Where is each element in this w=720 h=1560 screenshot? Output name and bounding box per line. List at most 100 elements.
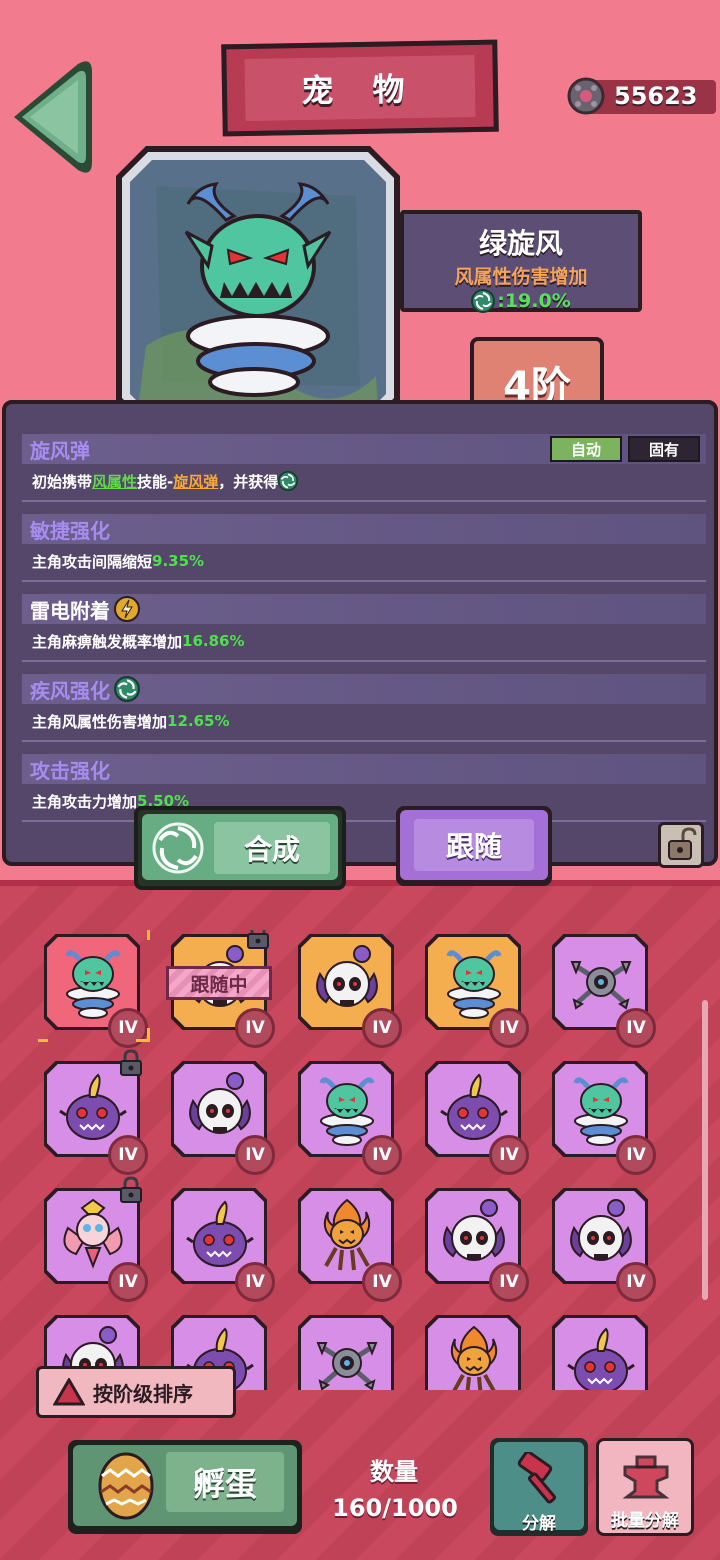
quantity-label: 数量 <box>370 1458 418 1486</box>
pet-card[interactable]: IV <box>165 1057 275 1175</box>
batch-decompose-label: 批量分解 <box>611 1511 679 1531</box>
skills-panel: 旋风弹 初始携带 风属性 技能- 旋风弹 ，并获得 自动 固有 敏捷强化 主角攻击间隔缩… <box>2 400 718 866</box>
skull-creature-icon <box>570 1199 632 1261</box>
cyclone-creature-icon <box>573 1077 629 1146</box>
pet-card[interactable]: IV <box>546 930 656 1048</box>
pet-level-badge: IV <box>616 1135 656 1175</box>
egg-icon <box>98 1452 154 1520</box>
pet-portrait <box>116 146 400 430</box>
decompose-label: 分解 <box>522 1514 556 1534</box>
pet-card[interactable] <box>546 1311 654 1390</box>
pet-level-badge: IV <box>235 1135 275 1175</box>
skill-description: 主角攻击力增加 5.50% <box>32 792 190 811</box>
selection-corner <box>136 930 150 940</box>
pet-level-badge: IV <box>235 1008 275 1048</box>
pet-attribute: 风属性伤害增加 <box>454 266 588 288</box>
pet-card[interactable]: IV <box>419 930 529 1048</box>
pet-card[interactable]: IV <box>546 1057 656 1175</box>
currency-value: 55623 <box>614 82 698 110</box>
swirl-icon <box>152 822 204 874</box>
batch-decompose-button[interactable]: 批量分解 <box>596 1438 694 1536</box>
lock-icon <box>118 1176 144 1204</box>
title-plaque: 宠 物 <box>221 39 499 137</box>
pet-bonus-row: :19.0% <box>404 289 638 313</box>
following-tag: 跟随中 <box>166 966 272 1000</box>
pet-level-badge: IV <box>489 1135 529 1175</box>
pet-card[interactable]: IV <box>292 1057 402 1175</box>
decompose-button[interactable]: 分解 <box>490 1438 588 1536</box>
currency-display: 55623 <box>566 76 716 116</box>
skill-item: 攻击强化 主角攻击力增加 5.50% <box>22 754 706 822</box>
hammer-icon <box>517 1452 557 1504</box>
pet-card[interactable]: IV <box>38 930 150 1048</box>
skill-item: 雷电附着 主角麻痹触发概率增加 16.86% <box>22 594 706 662</box>
pet-card[interactable]: IV <box>165 1184 275 1302</box>
skull-creature-icon <box>316 945 378 1007</box>
wind-element-icon <box>278 471 299 491</box>
lock-toggle-button[interactable] <box>658 822 704 868</box>
pet-level-badge: IV <box>362 1008 402 1048</box>
gear-coin-icon <box>567 77 605 115</box>
pet-level-badge: IV <box>235 1262 275 1302</box>
unlock-icon <box>668 827 697 860</box>
skill-title: 敏捷强化 <box>22 514 706 544</box>
skull-creature-icon <box>443 1199 505 1261</box>
triangle-sort-icon <box>53 1378 85 1406</box>
pet-bonus-value: :19.0% <box>497 290 571 312</box>
fairy-creature-icon <box>63 1198 123 1269</box>
lock-icon <box>245 930 271 950</box>
pet-card[interactable]: IV <box>419 1057 529 1175</box>
pet-level-badge: IV <box>362 1135 402 1175</box>
skill-item: 敏捷强化 主角攻击间隔缩短 9.35% <box>22 514 706 582</box>
pet-level-badge: IV <box>362 1262 402 1302</box>
pet-level-badge: IV <box>108 1135 148 1175</box>
pet-grid: IV IV IV IV IV IV IV IV IV IV IV IV IV IV IV 跟随中 <box>38 930 668 1390</box>
skill-description: 主角风属性伤害增加 12.65% <box>32 712 230 731</box>
hatch-egg-button[interactable]: 孵蛋 <box>68 1440 302 1534</box>
skull-creature-icon <box>189 1072 251 1134</box>
scrollbar[interactable] <box>702 1000 708 1300</box>
cyclone-creature-icon <box>446 950 502 1019</box>
skill-item: 疾风强化 主角风属性伤害增加 12.65% <box>22 674 706 742</box>
cyclone-creature-icon <box>65 950 121 1019</box>
pet-card[interactable]: IV <box>419 1184 529 1302</box>
horned-blob-creature-icon <box>440 1073 508 1140</box>
innate-tag: 固有 <box>628 436 700 462</box>
hatch-label: 孵蛋 <box>166 1452 284 1512</box>
drone-creature-icon <box>316 1342 378 1390</box>
follow-button[interactable]: 跟随 <box>396 806 552 886</box>
wind-element-icon <box>114 676 140 702</box>
pet-card[interactable]: IV <box>546 1184 656 1302</box>
pet-level-badge: IV <box>489 1008 529 1048</box>
compose-label: 合成 <box>243 833 300 866</box>
sort-by-rank-button[interactable]: 按阶级排序 <box>36 1366 236 1418</box>
skill-description: 主角麻痹触发概率增加 16.86% <box>32 632 245 651</box>
horned-blob-creature-icon <box>59 1073 127 1140</box>
pet-card[interactable]: IV <box>292 930 402 1048</box>
pet-card[interactable]: IV <box>292 1184 402 1302</box>
page-title: 宠 物 <box>301 69 419 111</box>
skill-description: 主角攻击间隔缩短 9.35% <box>32 552 205 571</box>
cyclone-creature-icon <box>319 1077 375 1146</box>
auto-tag: 自动 <box>550 436 622 462</box>
pet-card[interactable] <box>292 1311 400 1390</box>
pet-card[interactable]: IV <box>38 1049 148 1175</box>
lock-icon <box>118 1049 144 1077</box>
pet-card[interactable]: IV <box>38 1176 148 1302</box>
anvil-icon <box>622 1455 670 1499</box>
selection-corner <box>38 1028 48 1042</box>
horned-blob-creature-icon <box>186 1200 254 1267</box>
pet-level-badge: IV <box>108 1262 148 1302</box>
compose-button[interactable]: 合成 <box>134 806 346 890</box>
skill-title: 攻击强化 <box>22 754 706 784</box>
pet-name: 绿旋风 <box>478 227 563 260</box>
horned-blob-creature-icon <box>567 1327 635 1390</box>
pet-card[interactable] <box>419 1311 527 1390</box>
pet-level-badge: IV <box>616 1262 656 1302</box>
lightning-icon <box>114 596 140 622</box>
follow-label: 跟随 <box>414 819 534 871</box>
back-arrow-icon[interactable] <box>8 58 98 176</box>
skill-title: 雷电附着 <box>22 594 706 624</box>
drone-creature-icon <box>570 961 632 1010</box>
skill-description: 初始携带 风属性 技能- 旋风弹 ，并获得 <box>22 464 706 498</box>
